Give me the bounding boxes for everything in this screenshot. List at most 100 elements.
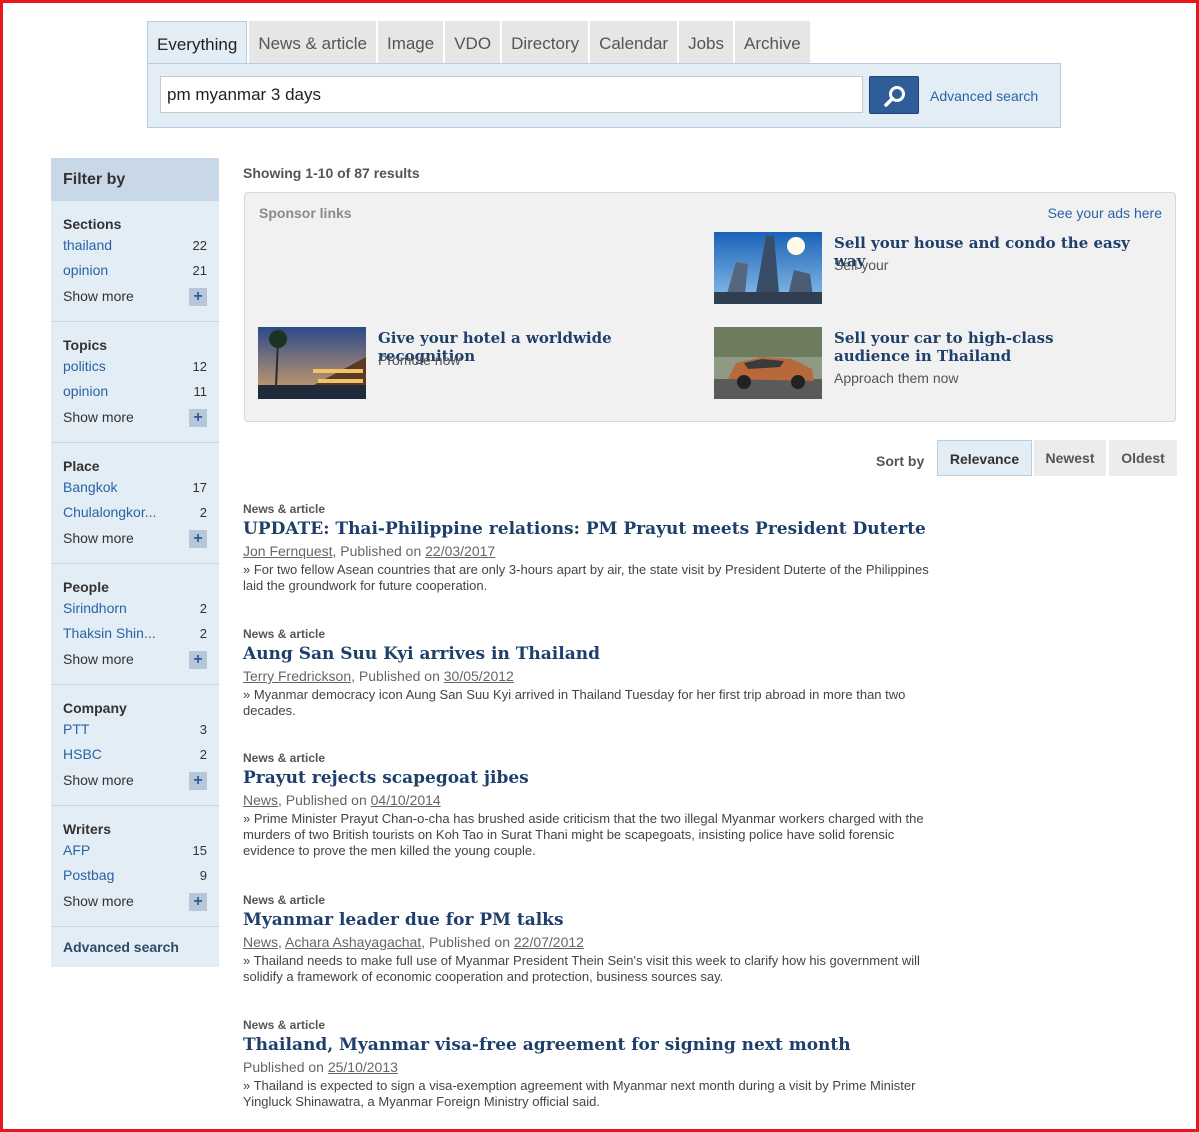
filter-item[interactable]: AFP 15 <box>63 838 207 863</box>
show-more-label: Show more <box>63 288 134 304</box>
filter-item[interactable]: Postbag 9 <box>63 863 207 888</box>
sort-oldest[interactable]: Oldest <box>1109 440 1177 476</box>
sponsor-ad-car[interactable]: Sell your car to high-class audience in … <box>714 327 1164 399</box>
search-button[interactable] <box>869 76 919 114</box>
result-date[interactable]: 22/03/2017 <box>425 543 495 559</box>
results-count: Showing 1-10 of 87 results <box>243 165 420 181</box>
sponsor-title: Sponsor links <box>259 205 352 221</box>
result-title[interactable]: UPDATE: Thai-Philippine relations: PM Pr… <box>243 519 943 539</box>
sponsor-ad-subtitle: Sell your <box>834 257 889 273</box>
car-image <box>714 327 822 399</box>
plus-icon[interactable]: + <box>189 893 207 911</box>
plus-icon[interactable]: + <box>189 409 207 427</box>
result-item: News & article UPDATE: Thai-Philippine r… <box>243 502 943 594</box>
plus-icon[interactable]: + <box>189 288 207 306</box>
result-date[interactable]: 25/10/2013 <box>328 1059 398 1075</box>
filter-item[interactable]: Sirindhorn 2 <box>63 596 207 621</box>
result-date[interactable]: 30/05/2012 <box>444 668 514 684</box>
see-ads-link[interactable]: See your ads here <box>1048 205 1162 221</box>
tab-image[interactable]: Image <box>377 21 444 63</box>
sort-newest[interactable]: Newest <box>1034 440 1106 476</box>
advanced-search-link[interactable]: Advanced search <box>930 88 1038 104</box>
result-title[interactable]: Myanmar leader due for PM talks <box>243 910 943 930</box>
tab-calendar[interactable]: Calendar <box>590 21 678 63</box>
sidebar-advanced-search[interactable]: Advanced search <box>51 927 219 967</box>
filter-item-label: Chulalongkor... <box>63 504 157 520</box>
filter-item-label: PTT <box>63 721 90 737</box>
search-icon <box>884 86 905 107</box>
filter-item-label: AFP <box>63 842 91 858</box>
sponsor-links: Sponsor links See your ads here Sell you… <box>244 192 1176 422</box>
filter-item-label: HSBC <box>63 746 102 762</box>
plus-icon[interactable]: + <box>189 651 207 669</box>
filter-item[interactable]: opinion 11 <box>63 379 207 404</box>
filter-item-count: 9 <box>199 868 207 883</box>
result-snippet: » Myanmar democracy icon Aung San Suu Ky… <box>243 687 906 718</box>
result-type: News & article <box>243 1018 326 1032</box>
filter-item-label: politics <box>63 358 106 374</box>
result-author[interactable]: Jon Fernquest <box>243 543 333 559</box>
filter-item[interactable]: HSBC 2 <box>63 742 207 767</box>
filter-item-count: 2 <box>199 747 207 762</box>
result-meta: Jon Fernquest, Published on 22/03/2017 <box>243 543 943 559</box>
tab-directory[interactable]: Directory <box>502 21 589 63</box>
result-author-2[interactable]: Achara Ashayagachat <box>285 934 421 950</box>
search-input[interactable] <box>160 76 863 113</box>
result-title[interactable]: Aung San Suu Kyi arrives in Thailand <box>243 644 943 664</box>
tab-everything[interactable]: Everything <box>147 21 248 64</box>
show-more[interactable]: Show more + <box>63 767 207 793</box>
plus-icon[interactable]: + <box>189 530 207 548</box>
filter-item[interactable]: opinion 21 <box>63 258 207 283</box>
filter-item[interactable]: thailand 22 <box>63 233 207 258</box>
show-more-label: Show more <box>63 530 134 546</box>
show-more[interactable]: Show more + <box>63 404 207 430</box>
filter-group-sections: Sections thailand 22 opinion 21 Show more + <box>51 201 219 322</box>
show-more[interactable]: Show more + <box>63 888 207 914</box>
result-title[interactable]: Prayut rejects scapegoat jibes <box>243 768 943 788</box>
result-item: News & article Prayut rejects scapegoat … <box>243 751 943 859</box>
result-item: News & article Aung San Suu Kyi arrives … <box>243 627 943 719</box>
filter-item[interactable]: Chulalongkor... 2 <box>63 500 207 525</box>
filter-group-people: People Sirindhorn 2 Thaksin Shin... 2 Show… <box>51 564 219 685</box>
filter-item-label: opinion <box>63 383 109 399</box>
filter-title: Filter by <box>51 158 219 201</box>
filter-item-count: 2 <box>199 505 207 520</box>
filter-group-topics: Topics politics 12 opinion 11 Show more + <box>51 322 219 443</box>
result-author[interactable]: Terry Fredrickson <box>243 668 351 684</box>
filter-item-label: opinion <box>63 262 109 278</box>
tab-archive[interactable]: Archive <box>735 21 810 63</box>
filter-item-count: 21 <box>192 263 207 278</box>
show-more[interactable]: Show more + <box>63 646 207 672</box>
tab-vdo[interactable]: VDO <box>445 21 501 63</box>
result-date[interactable]: 22/07/2012 <box>514 934 584 950</box>
filter-item[interactable]: Bangkok 17 <box>63 475 207 500</box>
sponsor-ad-title[interactable]: Sell your car to high-class audience in … <box>834 329 1134 365</box>
filter-group-title: Topics <box>63 337 108 353</box>
sponsor-ad-house[interactable]: Sell your house and condo the easy way S… <box>714 232 1164 304</box>
skyscraper-image <box>714 232 822 304</box>
sort-relevance[interactable]: Relevance <box>937 440 1032 476</box>
filter-item-label: thailand <box>63 237 113 253</box>
filter-item[interactable]: politics 12 <box>63 354 207 379</box>
show-more[interactable]: Show more + <box>63 283 207 309</box>
tab-jobs[interactable]: Jobs <box>679 21 733 63</box>
sponsor-ad-hotel[interactable]: Give your hotel a worldwide recognition … <box>258 327 708 399</box>
filter-group-place: Place Bangkok 17 Chulalongkor... 2 Show mo… <box>51 443 219 564</box>
show-more[interactable]: Show more + <box>63 525 207 551</box>
result-snippet: » Thailand is expected to sign a visa-ex… <box>243 1078 916 1109</box>
result-date[interactable]: 04/10/2014 <box>371 792 441 808</box>
sort-label: Sort by <box>876 453 925 469</box>
result-author[interactable]: News <box>243 934 278 950</box>
result-author[interactable]: News <box>243 792 278 808</box>
result-meta: Published on 25/10/2013 <box>243 1059 943 1075</box>
filter-item-count: 2 <box>199 601 207 616</box>
plus-icon[interactable]: + <box>189 772 207 790</box>
result-snippet: » Thailand needs to make full use of Mya… <box>243 953 920 984</box>
result-type: News & article <box>243 893 326 907</box>
filter-item-count: 15 <box>192 843 207 858</box>
tab-news-article[interactable]: News & article <box>249 21 376 63</box>
result-title[interactable]: Thailand, Myanmar visa-free agreement fo… <box>243 1035 943 1055</box>
published-prefix: Published on <box>243 1059 328 1075</box>
filter-item[interactable]: PTT 3 <box>63 717 207 742</box>
filter-item[interactable]: Thaksin Shin... 2 <box>63 621 207 646</box>
